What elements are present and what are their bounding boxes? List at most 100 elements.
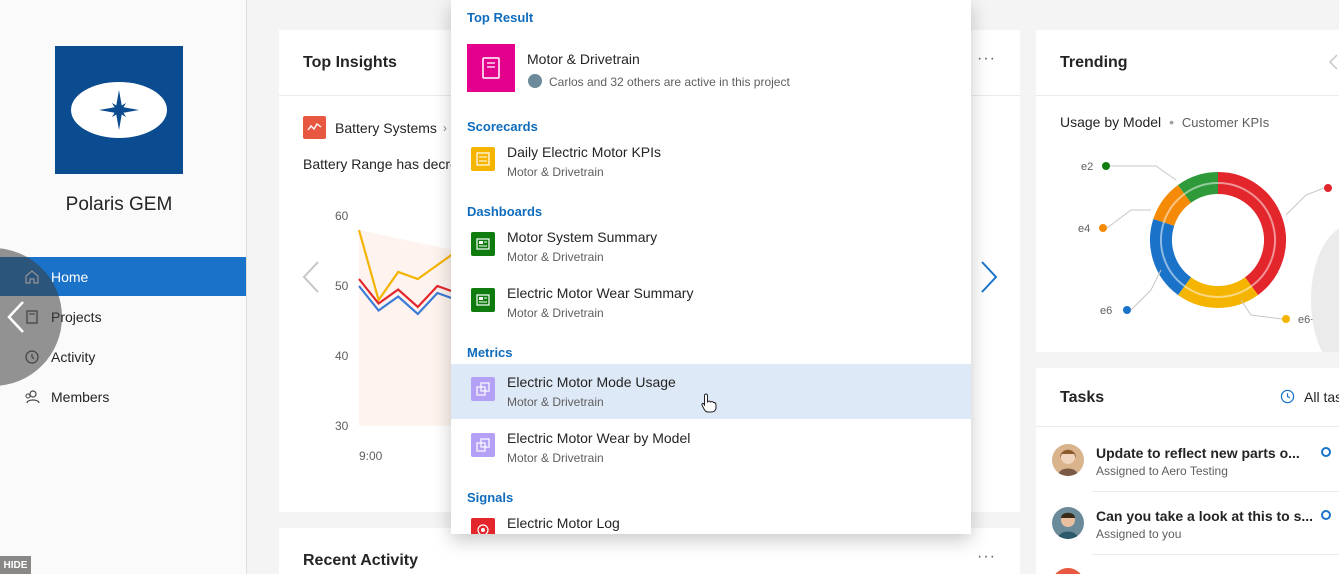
avatar <box>1052 444 1084 476</box>
more-options-icon[interactable]: ··· <box>977 50 996 68</box>
result-electric-motor-wear-by-model[interactable]: Electric Motor Wear by Model Motor & Dri… <box>451 420 971 475</box>
result-title: Electric Motor Wear by Model <box>507 430 691 446</box>
nav-label-activity: Activity <box>51 348 96 365</box>
y-tick-label: 50 <box>335 279 349 293</box>
result-title: Electric Motor Mode Usage <box>507 374 676 390</box>
result-electric-motor-mode-usage[interactable]: Electric Motor Mode Usage Motor & Drivet… <box>451 364 971 419</box>
card-divider <box>1036 95 1339 96</box>
section-scorecards: Scorecards <box>467 119 538 134</box>
legend-dot <box>1099 224 1107 232</box>
metric-icon <box>471 433 495 457</box>
collapse-chevron-icon[interactable] <box>1328 54 1338 70</box>
chevron-right-icon: › <box>442 120 447 135</box>
brand-name: Polaris GEM <box>65 194 173 215</box>
donut-slice <box>1153 184 1192 227</box>
card-divider <box>1036 426 1339 427</box>
legend-dot <box>1282 315 1290 323</box>
nav-label-members: Members <box>51 388 110 405</box>
result-daily-electric-motor-kpis[interactable]: Daily Electric Motor KPIs Motor & Drivet… <box>451 134 971 189</box>
scorecard-icon <box>471 147 495 171</box>
result-title: Electric Motor Log <box>507 515 620 531</box>
metric-icon <box>471 377 495 401</box>
insight-text: Battery Range has decre <box>303 156 458 172</box>
result-title: Motor & Drivetrain <box>527 51 640 67</box>
breadcrumb-label: Battery Systems <box>335 119 437 136</box>
leader-line <box>1240 299 1283 320</box>
recent-activity-title: Recent Activity <box>303 552 418 569</box>
avatar <box>1052 568 1084 574</box>
active-user-avatar <box>528 74 542 88</box>
result-motor-system-summary[interactable]: Motor System Summary Motor & Drivetrain <box>451 219 971 274</box>
trending-subtitle-secondary: Customer KPIs <box>1181 115 1270 130</box>
battery-signal-icon <box>303 116 326 139</box>
result-subtitle: Motor & Drivetrain <box>507 250 604 264</box>
search-results-dropdown: Top Result Motor & Drivetrain Carlos and… <box>451 0 971 534</box>
dashboard-icon <box>471 288 495 312</box>
task-title[interactable]: Update to reflect new parts o... <box>1096 445 1300 461</box>
usage-donut-chart: e2e4e6e6+ <box>1078 161 1332 326</box>
carousel-prev-icon[interactable] <box>301 260 321 294</box>
recent-activity-card: Recent Activity ··· <box>279 528 1020 574</box>
notebook-icon <box>467 44 515 92</box>
more-options-icon[interactable]: ··· <box>977 548 996 566</box>
task-title[interactable]: Can you take a look at this to s... <box>1096 508 1313 524</box>
result-title: Daily Electric Motor KPIs <box>507 144 662 160</box>
avatar <box>1052 507 1084 539</box>
task-assignee: Assigned to you <box>1096 527 1182 541</box>
tasks-filter[interactable]: All tas <box>1304 389 1339 405</box>
row-divider <box>1092 491 1339 492</box>
result-electric-motor-log[interactable]: Electric Motor Log <box>451 505 971 534</box>
status-ring-icon[interactable] <box>1321 510 1331 520</box>
donut-label: e2 <box>1081 161 1093 173</box>
nav-item-members[interactable]: Members <box>0 377 246 416</box>
section-dashboards: Dashboards <box>467 204 543 219</box>
trending-subtitle: Usage by Model • Customer KPIs <box>1060 114 1269 130</box>
signal-icon <box>471 518 495 534</box>
chevron-left-icon <box>7 301 24 333</box>
leader-line <box>1106 209 1151 229</box>
leader-line <box>1285 187 1325 216</box>
row-divider <box>1092 554 1339 555</box>
carousel-next-icon[interactable] <box>979 260 999 294</box>
result-subtitle: Carlos and 32 others are active in this … <box>549 75 790 89</box>
star-icon <box>99 90 139 130</box>
tasks-card: Tasks All tas Update to reflect new part… <box>1036 368 1339 574</box>
y-tick-label: 60 <box>335 209 349 223</box>
breadcrumb[interactable]: Battery Systems › <box>303 116 447 139</box>
result-title: Electric Motor Wear Summary <box>507 285 694 301</box>
polaris-logo[interactable] <box>55 46 183 174</box>
trending-subtitle-main: Usage by Model <box>1060 114 1162 130</box>
chart-area-fill <box>359 230 457 426</box>
result-subtitle: Motor & Drivetrain <box>507 306 604 320</box>
sidebar: Polaris GEM Home Projects Activity Membe… <box>0 0 247 574</box>
tasks-title: Tasks <box>1060 389 1105 406</box>
trending-title: Trending <box>1060 54 1128 71</box>
task-assignee: Assigned to Aero Testing <box>1096 464 1228 478</box>
result-subtitle: Motor & Drivetrain <box>507 395 604 409</box>
status-ring-icon[interactable] <box>1321 447 1331 457</box>
clock-icon <box>1280 389 1295 404</box>
section-signals: Signals <box>467 490 514 505</box>
legend-dot <box>1102 162 1110 170</box>
donut-slice <box>1150 218 1192 296</box>
section-top-result: Top Result <box>467 10 534 25</box>
dashboard-icon <box>471 232 495 256</box>
result-electric-motor-wear-summary[interactable]: Electric Motor Wear Summary Motor & Driv… <box>451 275 971 330</box>
x-tick-label: 9:00 <box>359 449 383 463</box>
leader-line <box>1110 165 1177 181</box>
leader-line <box>1130 269 1162 311</box>
donut-label: e6 <box>1100 305 1112 317</box>
legend-dot <box>1123 306 1131 314</box>
donut-label: e4 <box>1078 223 1090 235</box>
trending-card: Trending Usage by Model • Customer KPIs … <box>1036 30 1339 352</box>
result-motor-drivetrain[interactable]: Motor & Drivetrain Carlos and 32 others … <box>451 40 971 100</box>
result-subtitle: Motor & Drivetrain <box>507 451 604 465</box>
y-tick-label: 40 <box>335 349 349 363</box>
result-subtitle: Motor & Drivetrain <box>507 165 604 179</box>
insight-line-chart: 60 50 40 30 9:00 <box>335 209 458 463</box>
hide-button[interactable]: HIDE <box>0 556 31 574</box>
top-insights-title: Top Insights <box>303 54 397 71</box>
hand-cursor-icon <box>701 393 717 413</box>
nav-label-home: Home <box>51 268 89 285</box>
subtitle-separator: • <box>1169 114 1174 130</box>
